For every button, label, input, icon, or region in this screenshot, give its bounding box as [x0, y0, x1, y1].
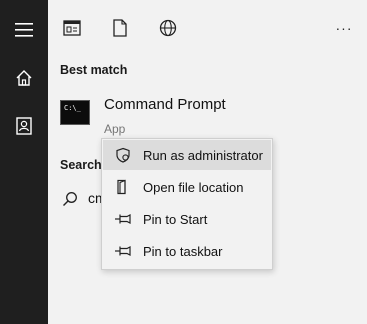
folder-icon	[103, 179, 143, 195]
pin-to-start-item[interactable]: Pin to Start	[103, 204, 271, 234]
pin-icon	[103, 245, 143, 257]
menu-item-label: Pin to taskbar	[143, 243, 223, 259]
app-type: App	[104, 122, 126, 136]
pin-icon	[103, 213, 143, 225]
left-rail	[0, 0, 48, 324]
filter-bar: ···	[48, 0, 367, 56]
menu-item-label: Run as administrator	[143, 147, 263, 163]
hamburger-menu-icon[interactable]	[0, 6, 48, 54]
menu-item-label: Open file location	[143, 179, 244, 195]
shield-icon	[103, 147, 143, 163]
context-menu: Run as administrator Open file location …	[101, 138, 273, 270]
apps-filter-icon[interactable]	[59, 15, 85, 41]
command-prompt-icon: C:\_	[60, 100, 90, 125]
search-heading: Search	[60, 158, 102, 172]
best-match-heading: Best match	[60, 63, 128, 77]
home-icon[interactable]	[0, 54, 48, 102]
app-name: Command Prompt	[104, 96, 226, 113]
more-options-icon[interactable]: ···	[331, 15, 357, 41]
open-file-location-item[interactable]: Open file location	[103, 172, 271, 202]
menu-item-label: Pin to Start	[143, 211, 208, 227]
run-as-administrator-item[interactable]: Run as administrator	[103, 140, 271, 170]
documents-filter-icon[interactable]	[107, 15, 133, 41]
contact-card-icon[interactable]	[0, 102, 48, 150]
web-filter-icon[interactable]	[155, 15, 181, 41]
pin-to-taskbar-item[interactable]: Pin to taskbar	[103, 236, 271, 266]
search-icon	[63, 192, 77, 206]
